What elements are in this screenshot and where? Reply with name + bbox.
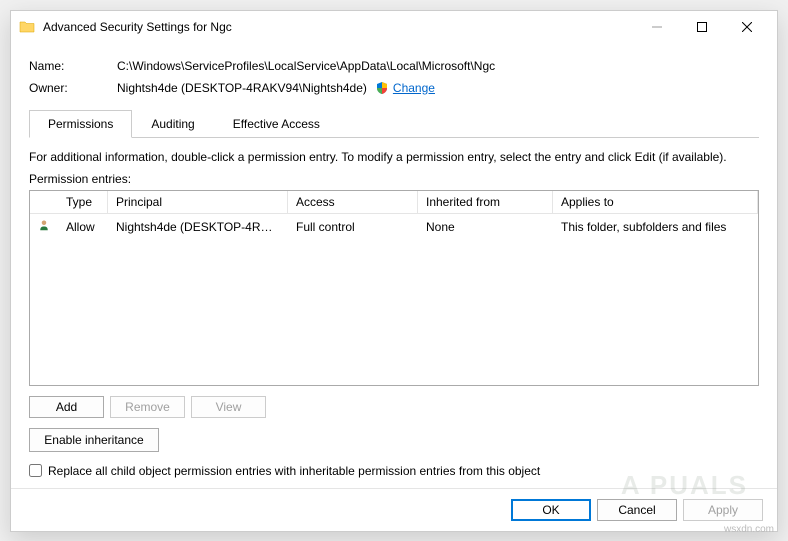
owner-label: Owner: bbox=[29, 81, 117, 95]
ok-button[interactable]: OK bbox=[511, 499, 591, 521]
folder-icon bbox=[19, 19, 35, 35]
grid-header: Type Principal Access Inherited from App… bbox=[30, 191, 758, 214]
add-button[interactable]: Add bbox=[29, 396, 104, 418]
name-label: Name: bbox=[29, 59, 117, 73]
titlebar: Advanced Security Settings for Ngc bbox=[11, 11, 777, 43]
shield-icon bbox=[375, 81, 389, 95]
row-inherited: None bbox=[418, 218, 553, 236]
row-applies: This folder, subfolders and files bbox=[553, 218, 758, 236]
col-type[interactable]: Type bbox=[58, 191, 108, 213]
remove-button: Remove bbox=[110, 396, 185, 418]
replace-checkbox-label[interactable]: Replace all child object permission entr… bbox=[48, 464, 540, 478]
row-icon bbox=[30, 217, 58, 237]
col-inherited[interactable]: Inherited from bbox=[418, 191, 553, 213]
name-row: Name: C:\Windows\ServiceProfiles\LocalSe… bbox=[29, 55, 759, 77]
window-title: Advanced Security Settings for Ngc bbox=[43, 20, 634, 34]
content-area: Name: C:\Windows\ServiceProfiles\LocalSe… bbox=[11, 43, 777, 488]
tab-permissions[interactable]: Permissions bbox=[29, 110, 132, 138]
window-controls bbox=[634, 12, 769, 42]
hint-text: For additional information, double-click… bbox=[29, 150, 759, 164]
tab-auditing[interactable]: Auditing bbox=[132, 110, 213, 138]
owner-row: Owner: Nightsh4de (DESKTOP-4RAKV94\Night… bbox=[29, 77, 759, 99]
maximize-button[interactable] bbox=[679, 12, 724, 42]
col-icon[interactable] bbox=[30, 191, 58, 213]
view-button: View bbox=[191, 396, 266, 418]
replace-checkbox[interactable] bbox=[29, 464, 42, 477]
name-value: C:\Windows\ServiceProfiles\LocalService\… bbox=[117, 59, 495, 73]
enable-inheritance-button[interactable]: Enable inheritance bbox=[29, 428, 159, 452]
security-settings-window: Advanced Security Settings for Ngc Name:… bbox=[10, 10, 778, 532]
row-principal: Nightsh4de (DESKTOP-4RAKV... bbox=[108, 218, 288, 236]
row-access: Full control bbox=[288, 218, 418, 236]
entry-buttons: Add Remove View bbox=[29, 396, 759, 418]
col-access[interactable]: Access bbox=[288, 191, 418, 213]
close-button[interactable] bbox=[724, 12, 769, 42]
tab-effective-access[interactable]: Effective Access bbox=[214, 110, 339, 138]
tab-strip: Permissions Auditing Effective Access bbox=[29, 109, 759, 138]
replace-checkbox-row: Replace all child object permission entr… bbox=[29, 464, 759, 478]
dialog-footer: OK Cancel Apply bbox=[11, 488, 777, 531]
change-owner-link[interactable]: Change bbox=[393, 81, 435, 95]
source-text: wsxdn.com bbox=[724, 524, 774, 535]
entries-label: Permission entries: bbox=[29, 172, 759, 186]
owner-value: Nightsh4de (DESKTOP-4RAKV94\Nightsh4de) bbox=[117, 81, 367, 95]
row-type: Allow bbox=[58, 218, 108, 236]
table-row[interactable]: Allow Nightsh4de (DESKTOP-4RAKV... Full … bbox=[30, 214, 758, 240]
user-icon bbox=[38, 219, 50, 235]
col-applies[interactable]: Applies to bbox=[553, 191, 758, 213]
permission-entries-grid[interactable]: Type Principal Access Inherited from App… bbox=[29, 190, 759, 386]
minimize-button[interactable] bbox=[634, 12, 679, 42]
permissions-tab-content: For additional information, double-click… bbox=[29, 138, 759, 478]
col-principal[interactable]: Principal bbox=[108, 191, 288, 213]
apply-button: Apply bbox=[683, 499, 763, 521]
inheritance-row: Enable inheritance bbox=[29, 428, 759, 452]
cancel-button[interactable]: Cancel bbox=[597, 499, 677, 521]
